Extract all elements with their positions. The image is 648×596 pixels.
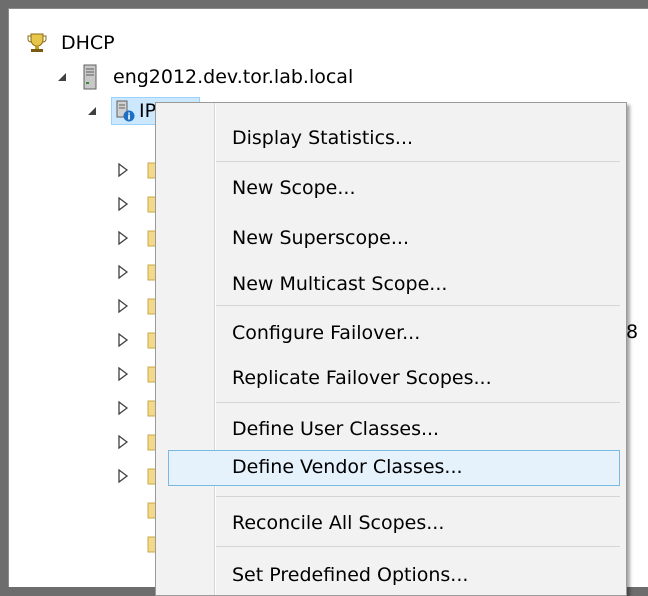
expand-arrow-icon[interactable] [117,264,129,280]
menu-item-new-superscope[interactable]: New Superscope... [156,221,626,255]
menu-item-new-scope[interactable]: New Scope... [156,171,626,205]
expand-arrow-icon[interactable] [117,298,129,314]
partial-column-text: 8 [626,321,639,343]
collapse-arrow-icon[interactable] [85,104,99,118]
tree-node-scope[interactable] [117,257,169,285]
expand-arrow-icon[interactable] [117,366,129,382]
tree-node-label: DHCP [61,32,115,54]
tree-node-scope[interactable] [117,529,169,557]
tree-node-scope[interactable] [117,495,169,523]
menu-item-display-statistics[interactable]: Display Statistics... [156,121,626,155]
expand-arrow-icon[interactable] [117,196,129,212]
menu-item-set-predefined-options[interactable]: Set Predefined Options... [156,558,626,592]
ipv4-icon: i [116,100,135,123]
svg-text:i: i [127,113,130,123]
server-icon [83,64,97,90]
menu-item-replicate-failover-scopes[interactable]: Replicate Failover Scopes... [156,361,626,395]
expand-arrow-icon[interactable] [117,434,129,450]
dhcp-trophy-icon [27,33,47,52]
menu-item-define-vendor-classes[interactable]: Define Vendor Classes... [168,450,620,486]
tree-node-scope[interactable] [117,189,169,217]
tree-node-scope[interactable] [117,393,169,421]
menu-item-configure-failover[interactable]: Configure Failover... [156,316,626,350]
menu-separator [216,161,620,162]
tree-node-scope[interactable] [117,291,169,319]
tree-node-server[interactable]: eng2012.dev.tor.lab.local [55,63,353,91]
context-menu: Display Statistics... New Scope... New S… [155,102,627,596]
menu-item-reconcile-all-scopes[interactable]: Reconcile All Scopes... [156,506,626,540]
tree-node-scope[interactable] [117,427,169,455]
menu-separator [216,496,620,497]
menu-item-define-user-classes[interactable]: Define User Classes... [156,412,626,446]
tree-node-scope[interactable] [117,461,169,489]
expand-arrow-icon[interactable] [117,162,129,178]
tree-node-label: eng2012.dev.tor.lab.local [113,66,354,88]
expand-arrow-icon[interactable] [117,468,129,484]
tree-node-scope[interactable] [117,155,169,183]
menu-separator [216,546,620,547]
menu-item-new-multicast-scope[interactable]: New Multicast Scope... [156,267,626,301]
expand-arrow-icon[interactable] [117,230,129,246]
tree-node-scope[interactable] [117,223,169,251]
menu-separator [216,305,620,306]
collapse-arrow-icon[interactable] [55,70,69,84]
expand-arrow-icon[interactable] [117,400,129,416]
expand-arrow-icon[interactable] [117,332,129,348]
tree-node-scope[interactable] [117,359,169,387]
tree-node-scope[interactable] [117,325,169,353]
tree-node-dhcp[interactable]: DHCP [26,29,115,57]
menu-separator [216,402,620,403]
